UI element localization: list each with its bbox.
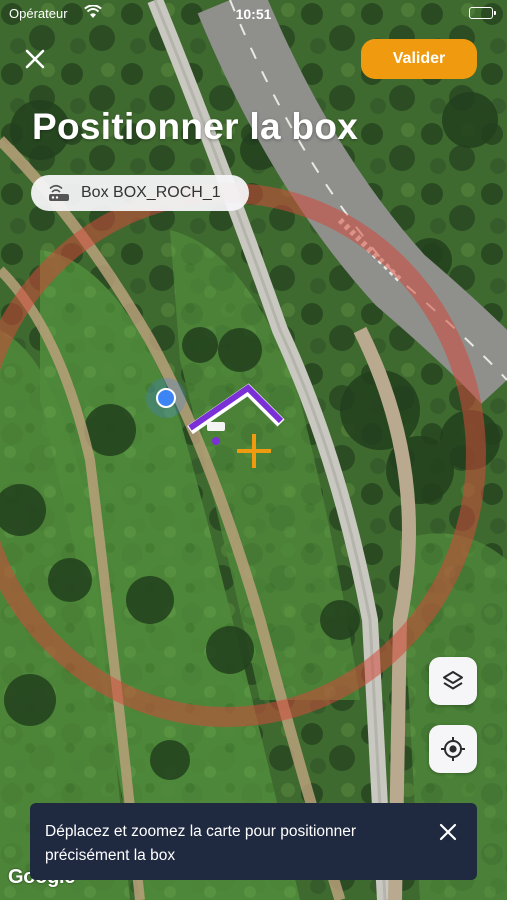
- box-chip: Box BOX_ROCH_1: [31, 175, 249, 211]
- user-location-dot: [156, 388, 176, 408]
- locate-button[interactable]: [429, 725, 477, 773]
- battery-icon: [469, 7, 496, 19]
- validate-button[interactable]: Valider: [361, 39, 477, 79]
- crosshair-icon: [441, 737, 465, 761]
- toast-message: Déplacez et zoomez la carte pour positio…: [45, 823, 357, 864]
- box-chip-label: Box BOX_ROCH_1: [81, 184, 221, 201]
- status-bar: Opérateur 10:51: [0, 0, 507, 28]
- toast-close-button[interactable]: [436, 820, 460, 844]
- close-button[interactable]: [20, 44, 50, 74]
- layers-button[interactable]: [429, 657, 477, 705]
- layers-icon: [443, 671, 463, 690]
- hint-toast: Déplacez et zoomez la carte pour positio…: [30, 803, 477, 880]
- close-icon: [25, 49, 45, 69]
- close-icon: [439, 823, 457, 841]
- router-icon: [48, 183, 70, 203]
- page-title: Positionner la box: [32, 106, 359, 147]
- status-time: 10:51: [235, 6, 272, 22]
